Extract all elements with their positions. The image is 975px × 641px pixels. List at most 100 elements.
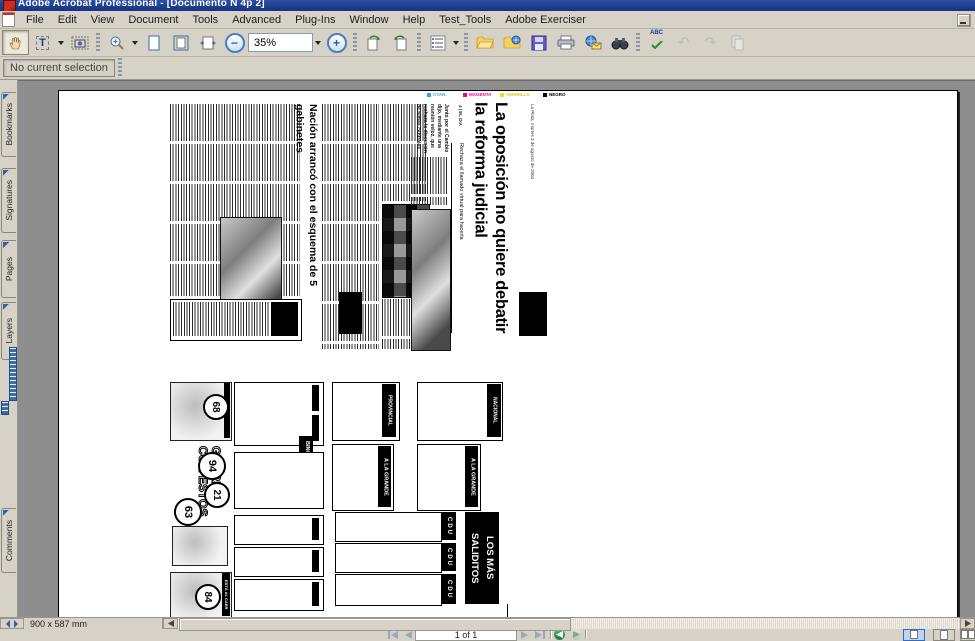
crop-mark	[507, 604, 508, 617]
app-icon	[3, 0, 16, 11]
rotate-page-ccw-icon	[392, 35, 409, 51]
toolbar-grip[interactable]	[464, 33, 468, 53]
select-text-tool-button[interactable]: T	[29, 30, 56, 55]
chevron-down-icon	[315, 41, 321, 45]
first-page-button[interactable]	[385, 630, 400, 640]
next-page-button[interactable]	[517, 630, 532, 640]
email-button[interactable]	[579, 30, 606, 55]
menu-item-plugins[interactable]: Plug-Ins	[288, 13, 342, 27]
menu-item-test-tools[interactable]: Test_Tools	[432, 13, 498, 27]
single-page-layout-button[interactable]	[903, 629, 925, 641]
news-photo	[411, 209, 451, 351]
continuous-layout-button[interactable]	[933, 629, 955, 641]
page-size-button[interactable]	[0, 618, 24, 629]
previous-page-button[interactable]	[400, 630, 415, 640]
zoom-in-button[interactable]: +	[323, 30, 350, 55]
menu-item-help[interactable]: Help	[396, 13, 433, 27]
toolbar-grip[interactable]	[636, 33, 640, 53]
lottery-number-circle: 84	[195, 584, 221, 610]
arrow-left-icon	[168, 620, 174, 627]
copy-button[interactable]	[724, 30, 751, 55]
actual-size-button[interactable]	[140, 30, 167, 55]
next-view-button[interactable]	[571, 629, 582, 640]
rotate-counterclockwise-button[interactable]	[387, 30, 414, 55]
facing-layout-button[interactable]	[960, 629, 975, 641]
tab-signatures[interactable]: Signatures	[1, 168, 16, 233]
tab-bookmarks[interactable]: Bookmarks	[1, 92, 16, 157]
toolbar-grip[interactable]	[96, 33, 100, 53]
spellcheck-icon: ABC	[650, 31, 663, 54]
fit-width-button[interactable]	[194, 30, 221, 55]
promo-box	[170, 299, 302, 341]
save-button[interactable]	[525, 30, 552, 55]
scroll-left-button[interactable]	[163, 618, 178, 629]
tab-pages[interactable]: Pages	[1, 240, 16, 298]
mdi-minimize-button[interactable]	[957, 14, 971, 27]
menu-item-adobe-exerciser[interactable]: Adobe Exerciser	[498, 13, 593, 27]
zoom-out-button[interactable]: −	[221, 30, 248, 55]
menu-item-file[interactable]: File	[19, 13, 51, 27]
cartoon-label: ESTÁ AL CAER	[222, 573, 230, 616]
zoom-tool-button[interactable]	[103, 30, 130, 55]
toolbar-grip[interactable]	[353, 33, 357, 53]
table-header-strip	[312, 518, 319, 540]
email-globe-icon	[584, 35, 602, 50]
toolbar-grip[interactable]	[417, 33, 421, 53]
scrollbar-thumb[interactable]	[179, 618, 571, 631]
navigation-tab-strip: Bookmarks Signatures Pages Layers Commen…	[0, 80, 18, 617]
toolbar-grip[interactable]	[118, 58, 122, 78]
panel-splitter-handle[interactable]	[1, 401, 9, 415]
menu-item-edit[interactable]: Edit	[51, 13, 84, 27]
redo-button[interactable]: ↷	[697, 30, 724, 55]
scroll-right-button[interactable]	[960, 618, 975, 629]
last-page-button[interactable]	[532, 630, 547, 640]
horizontal-scrollbar[interactable]	[178, 618, 960, 629]
hand-icon	[8, 35, 24, 51]
a-la-grande-label: A LA GRANDE	[378, 446, 391, 507]
menu-item-document[interactable]: Document	[121, 13, 185, 27]
document-icon[interactable]	[2, 12, 15, 27]
open-web-page-button[interactable]	[498, 30, 525, 55]
print-button[interactable]	[552, 30, 579, 55]
zoom-level-input[interactable]: 35%	[248, 33, 313, 52]
chevron-down-icon	[58, 41, 64, 45]
zoom-tool-dropdown[interactable]	[130, 31, 140, 54]
plus-circle-icon: +	[327, 33, 347, 53]
separation-mark-black: NEGRO	[543, 92, 566, 97]
cdu-label: CDU	[442, 512, 456, 540]
separation-mark-yellow: AMARILLO	[500, 92, 530, 97]
task-list-button[interactable]	[424, 30, 451, 55]
hand-tool-button[interactable]	[2, 30, 29, 55]
pdf-page[interactable]: CYAN MAGENTA AMARILLO NEGRO Nación arran…	[58, 90, 958, 617]
snapshot-tool-button[interactable]	[66, 30, 93, 55]
single-page-icon	[910, 630, 918, 639]
task-list-dropdown[interactable]	[451, 31, 461, 54]
menu-item-advanced[interactable]: Advanced	[225, 13, 288, 27]
menu-item-tools[interactable]: Tools	[186, 13, 226, 27]
zoom-level-dropdown[interactable]	[313, 31, 323, 54]
panel-splitter-handle[interactable]	[9, 347, 17, 401]
facing-pages-icon	[968, 630, 975, 639]
cartoon-box: 68	[170, 382, 232, 441]
undo-button[interactable]: ↶	[670, 30, 697, 55]
fit-page-button[interactable]	[167, 30, 194, 55]
tab-comments[interactable]: Comments	[1, 508, 16, 573]
fit-width-icon	[200, 35, 216, 51]
rotate-clockwise-button[interactable]	[360, 30, 387, 55]
main-headline: La oposición no quiere debatir la reform…	[467, 102, 511, 349]
body-text-block	[173, 302, 269, 336]
tab-marker-icon	[3, 510, 9, 516]
table-header-strip	[312, 415, 319, 441]
open-button[interactable]	[471, 30, 498, 55]
select-tool-dropdown[interactable]	[56, 31, 66, 54]
printer-icon	[557, 35, 575, 50]
lottery-table	[234, 579, 324, 611]
menu-item-view[interactable]: View	[84, 13, 122, 27]
page-icon	[147, 35, 161, 51]
search-button[interactable]	[606, 30, 633, 55]
menu-item-window[interactable]: Window	[342, 13, 395, 27]
spellcheck-button[interactable]: ABC	[643, 30, 670, 55]
kicker: Rechaza el llamado virtual para hacerla	[451, 143, 464, 333]
document-pane[interactable]: CYAN MAGENTA AMARILLO NEGRO Nación arran…	[18, 80, 975, 617]
black-swatch-icon	[543, 93, 547, 97]
